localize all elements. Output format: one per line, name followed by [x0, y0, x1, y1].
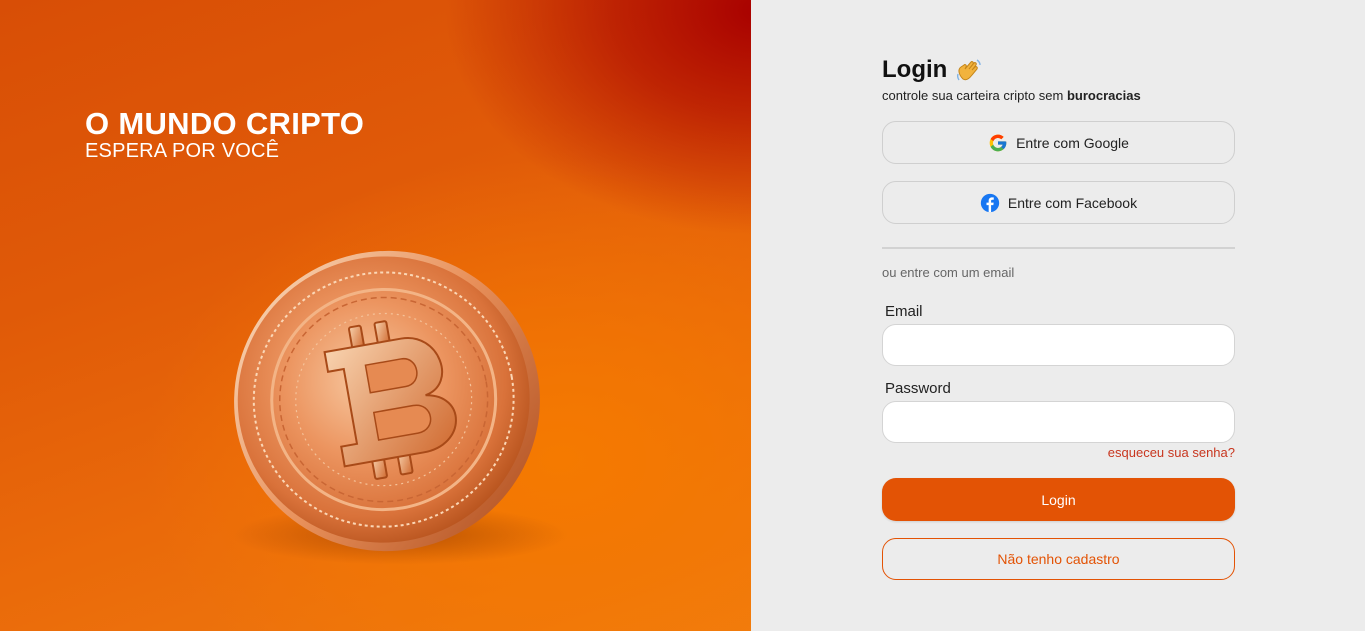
or-email-text: ou entre com um email — [882, 265, 1015, 280]
password-label: Password — [885, 380, 951, 397]
login-button[interactable]: Login — [882, 478, 1235, 521]
google-login-label: Entre com Google — [1016, 134, 1129, 151]
waving-hand-icon — [957, 59, 982, 81]
tagline-highlight: burocracias — [1066, 88, 1141, 103]
bitcoin-coin-icon — [234, 250, 540, 552]
facebook-login-label: Entre com Facebook — [1007, 194, 1138, 211]
tagline-text: controle sua carteira cripto sem — [882, 88, 1067, 103]
email-label: Email — [885, 303, 923, 320]
google-login-button[interactable]: Entre com Google — [882, 121, 1235, 164]
password-field[interactable] — [882, 401, 1235, 443]
register-button[interactable]: Não tenho cadastro — [882, 538, 1235, 580]
login-page: O MUNDO CRIPTO ESPERA POR VOCÊ Login con… — [0, 0, 1365, 631]
email-field[interactable] — [882, 324, 1235, 366]
login-heading: Login — [882, 56, 983, 84]
login-tagline: controle sua carteira cripto sem burocra… — [882, 88, 1141, 103]
facebook-login-button[interactable]: Entre com Facebook — [882, 181, 1235, 224]
google-icon — [989, 134, 1007, 151]
hero-subtitle: ESPERA POR VOCÊ — [85, 140, 280, 162]
hero-title: O MUNDO CRIPTO — [85, 106, 365, 141]
login-title: Login — [882, 56, 948, 83]
hero-banner: O MUNDO CRIPTO ESPERA POR VOCÊ — [0, 0, 751, 631]
forgot-password-link[interactable]: esqueceu sua senha? — [1108, 445, 1235, 460]
facebook-icon — [980, 193, 1000, 212]
login-panel: Login controle sua carteira cripto sem b… — [751, 0, 1365, 631]
divider — [882, 247, 1235, 249]
